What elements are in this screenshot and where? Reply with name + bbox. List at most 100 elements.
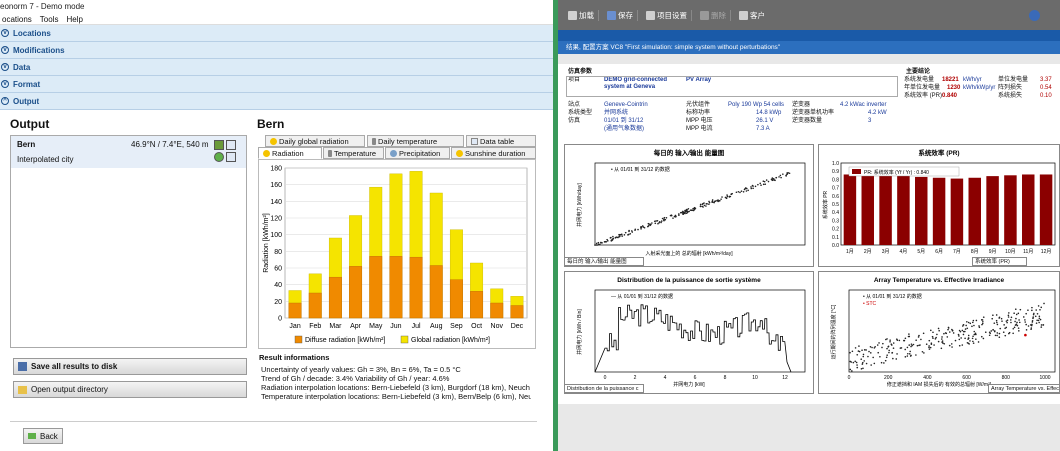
y-axis-label: 系统效率 PR [822, 190, 829, 219]
scatter-point [690, 209, 693, 212]
scatter-point [654, 222, 657, 225]
site-label: 站点 [568, 102, 581, 108]
location-list[interactable]: Bern 46.9°N / 7.4°E, 540 m Interpolated … [10, 135, 247, 348]
inv-label: 逆变器 [792, 102, 811, 108]
chart4-select[interactable]: Array Temperature vs. Effec [988, 384, 1060, 393]
x-tick-label: 7月 [953, 249, 961, 255]
scatter-point [892, 342, 895, 344]
tab-daily-global-radiation[interactable]: Daily global radiation [265, 135, 365, 147]
scatter-point [915, 354, 917, 356]
chart-temp-irradiance: Array Temperature vs. Effective Irradian… [818, 271, 1060, 394]
save-all-button[interactable]: Save all results to disk [13, 358, 247, 375]
disk-icon [607, 10, 616, 20]
tab-daily-temperature[interactable]: Daily temperature [367, 135, 464, 147]
y-tick-label: 0.2 [832, 227, 839, 233]
scatter-point [941, 341, 943, 343]
scatter-point [684, 212, 686, 215]
scatter-point [928, 339, 931, 342]
chart-title: Array Temperature vs. Effective Irradian… [874, 277, 1005, 284]
customer-button[interactable]: 客户 [735, 10, 769, 21]
chart1-select[interactable]: 每日的 输入/输出 能量图 [564, 257, 644, 266]
scatter-point [1027, 325, 1030, 327]
scatter-point [961, 344, 964, 346]
chevron-down-icon: v [1, 80, 9, 88]
x-tick-label: 2月 [864, 249, 872, 255]
scatter-point [868, 350, 870, 353]
location-row[interactable]: Bern 46.9°N / 7.4°E, 540 m Interpolated … [11, 136, 246, 168]
scatter-point [895, 358, 898, 360]
scatter-point [767, 180, 770, 183]
scatter-point [634, 228, 637, 231]
x-tick-label: Jul [412, 323, 421, 330]
x-tick-label: 4 [664, 375, 667, 381]
save-button[interactable]: 保存 [603, 9, 638, 21]
section-format[interactable]: v Format [0, 76, 553, 93]
scatter-point [1030, 327, 1033, 329]
scatter-point [849, 351, 851, 354]
location-coords: 46.9°N / 7.4°E, 540 m [131, 140, 209, 149]
chart-title: Distribution de la puissance de sortie s… [617, 277, 761, 284]
tab-data-table[interactable]: Data table [466, 135, 536, 147]
section-output[interactable]: ^ Output [0, 93, 553, 110]
map-icon[interactable] [214, 140, 224, 150]
chart-legend: — 从 01/01 到 31/12 的数据 [611, 293, 673, 300]
scatter-point [1001, 320, 1003, 322]
scatter-point [1033, 312, 1035, 315]
scatter-point [959, 330, 962, 333]
project-settings-button[interactable]: 项目设置 [642, 9, 692, 21]
pr-value: 0.840 [942, 93, 958, 99]
scatter-point [663, 216, 666, 219]
scatter-point [1038, 321, 1040, 324]
scatter-point [973, 324, 975, 327]
scatter-point [908, 335, 911, 338]
section-modifications[interactable]: v Modifications [0, 42, 553, 59]
legend-swatch-diffuse [294, 335, 303, 344]
scatter-point [737, 190, 740, 193]
tab-precipitation[interactable]: Precipitation [385, 147, 450, 159]
bar-diffuse [449, 279, 463, 319]
tab-temperature[interactable]: Temperature [323, 147, 384, 159]
section-data[interactable]: v Data [0, 59, 553, 76]
scatter-point [865, 349, 867, 351]
scatter-point [892, 357, 894, 360]
scatter-point [640, 226, 642, 229]
open-output-dir-button[interactable]: Open output directory [13, 381, 247, 398]
chart2-select[interactable]: 系统效率 (PR) [972, 257, 1027, 266]
scatter-point [655, 220, 657, 222]
bar-diffuse [308, 292, 322, 319]
load-button[interactable]: 加载 [564, 9, 599, 21]
scatter-point [967, 321, 970, 324]
tab-radiation[interactable]: Radiation [258, 147, 322, 159]
scatter-point [670, 214, 673, 217]
scatter-point [972, 319, 975, 322]
scatter-point [647, 222, 650, 225]
scatter-point [606, 238, 608, 241]
scatter-point [891, 352, 893, 354]
scatter-point [1016, 321, 1018, 324]
legend-swatch-global [400, 335, 409, 344]
scatter-point [876, 344, 879, 346]
help-icon[interactable] [1029, 9, 1040, 21]
scatter-point [599, 242, 602, 244]
scatter-point [904, 337, 907, 340]
edit-icon[interactable] [226, 140, 236, 150]
search-icon[interactable] [226, 152, 236, 162]
scatter-point [964, 337, 966, 340]
bar-diffuse [349, 266, 363, 319]
scatter-point [1017, 327, 1020, 329]
chart3-select[interactable]: Distribution de la puissance c [564, 384, 644, 393]
window-title: eonorm 7 - Demo mode [0, 0, 553, 14]
scatter-point [1014, 320, 1016, 323]
scatter-point [967, 337, 970, 339]
tab-sunshine-duration[interactable]: Sunshine duration [451, 147, 536, 159]
add-icon[interactable] [214, 152, 224, 162]
menu-help[interactable]: Help [66, 14, 82, 24]
scatter-point [928, 346, 930, 349]
delete-button[interactable]: 删除 [696, 9, 731, 21]
menu-locations[interactable]: ocations [2, 14, 32, 24]
section-locations[interactable]: v Locations [0, 25, 553, 42]
back-button[interactable]: Back [23, 428, 63, 444]
scatter-point [992, 329, 994, 331]
folder-icon [568, 10, 577, 20]
menu-tools[interactable]: Tools [40, 14, 59, 24]
